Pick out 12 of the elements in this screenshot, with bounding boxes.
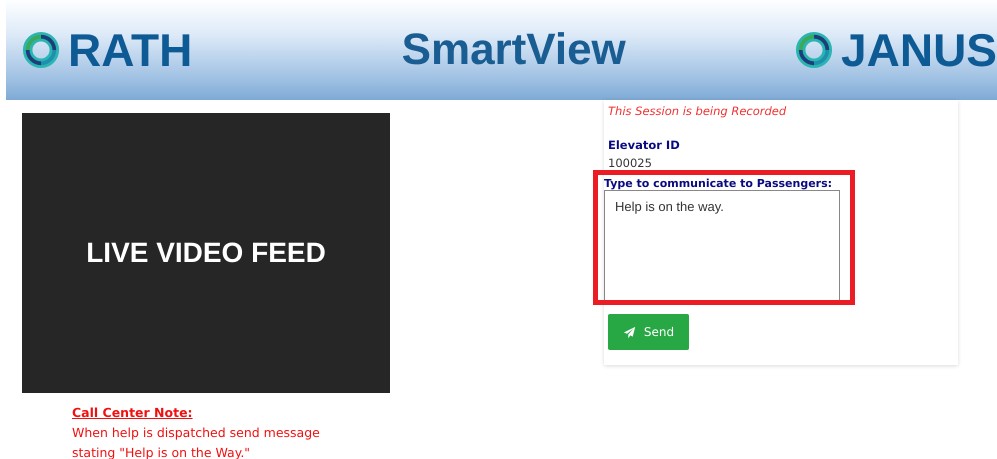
aperture-logo-icon [795, 31, 834, 69]
paper-plane-icon [622, 326, 636, 338]
elevator-id-label: Elevator ID [608, 138, 681, 152]
app-title: SmartView [402, 25, 626, 75]
brand-logo-text: RATH [68, 23, 192, 77]
brand-logo-text: JANUS [841, 23, 997, 77]
video-feed-label: LIVE VIDEO FEED [86, 237, 326, 269]
aperture-logo-icon [22, 31, 60, 69]
message-label: Type to communicate to Passengers: [604, 177, 834, 190]
note-heading: Call Center Note: [72, 404, 194, 422]
recording-notice: This Session is being Recorded [608, 104, 788, 118]
elevator-id-value: 100025 [608, 156, 653, 170]
